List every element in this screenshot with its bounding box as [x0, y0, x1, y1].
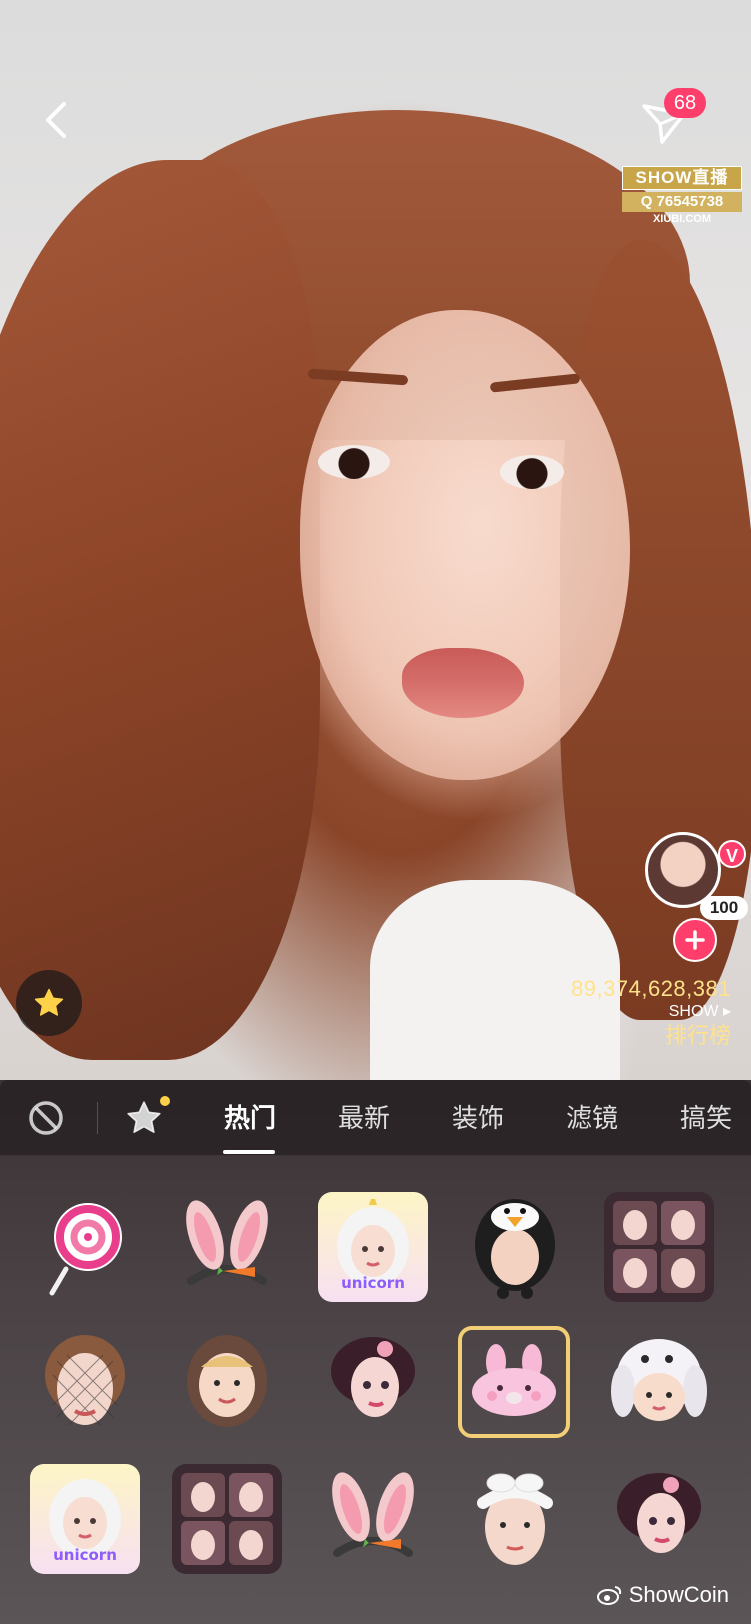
- watermark-site: XIUBI.COM: [652, 213, 712, 225]
- sticker-cartoon-girl-2[interactable]: [604, 1464, 714, 1574]
- bunny-ears-icon: [186, 1200, 268, 1285]
- lips: [402, 648, 524, 718]
- chevron-left-icon: [46, 102, 66, 138]
- child-hood-icon: [187, 1335, 267, 1427]
- sticker-veil-face[interactable]: [30, 1328, 140, 1438]
- white-headband-icon: [477, 1473, 553, 1565]
- eye: [500, 455, 564, 489]
- lollipop-icon: [49, 1203, 122, 1296]
- ranking-title: 排行榜: [664, 1023, 731, 1048]
- show-label: SHOW ▸: [668, 1003, 731, 1020]
- sticker-white-headband[interactable]: [460, 1464, 570, 1574]
- sticker-label: unicorn: [53, 1546, 117, 1564]
- show-coin-count: 89,374,628,381: [571, 976, 731, 1001]
- plus-icon: [685, 930, 705, 950]
- star-icon: [127, 1101, 161, 1133]
- tab-decoration[interactable]: 装饰: [450, 1098, 506, 1138]
- new-dot: [160, 1096, 170, 1106]
- sticker-grid: unicorn unicorn: [0, 1156, 751, 1624]
- tab-filter[interactable]: 滤镜: [564, 1098, 620, 1138]
- face-collage-icon: [181, 1473, 273, 1565]
- ranking-link[interactable]: 89,374,628,381 SHOW ▸ 排行榜: [571, 976, 731, 1050]
- camera-preview: [0, 0, 751, 1080]
- eye: [318, 445, 390, 479]
- penguin-hat-icon: [475, 1199, 555, 1299]
- no-effect-button[interactable]: [26, 1098, 66, 1138]
- bunny-hat-kid-icon: [611, 1339, 707, 1421]
- sticker-bunny-ears-carrot-2[interactable]: [318, 1464, 428, 1574]
- tab-latest[interactable]: 最新: [336, 1098, 392, 1138]
- sticker-bunny-ears-carrot[interactable]: [172, 1192, 282, 1302]
- level-badge: 100: [700, 896, 748, 920]
- share-count-badge: 68: [664, 88, 706, 118]
- face-collage-icon: [613, 1201, 705, 1293]
- cartoon-girl-icon: [617, 1473, 701, 1553]
- sticker-pink-bunny-mask[interactable]: [458, 1326, 570, 1438]
- favorite-button[interactable]: [16, 970, 82, 1036]
- active-tab-indicator: [223, 1150, 275, 1154]
- prohibit-icon: [29, 1101, 63, 1135]
- brand-text: ShowCoin: [628, 1582, 729, 1607]
- sticker-cartoon-girl[interactable]: [318, 1328, 428, 1438]
- sticker-lollipop[interactable]: [30, 1192, 140, 1302]
- sticker-label: unicorn: [341, 1274, 405, 1292]
- follow-button[interactable]: [673, 918, 717, 962]
- watermark-title: SHOW直播: [622, 166, 742, 190]
- sticker-bunny-hat-kid[interactable]: [604, 1328, 714, 1438]
- tab-favorites[interactable]: [124, 1098, 164, 1138]
- tab-hot[interactable]: 热门: [222, 1098, 278, 1138]
- cartoon-girl-icon: [331, 1337, 415, 1417]
- weibo-icon: [596, 1586, 621, 1605]
- verified-badge: V: [718, 840, 746, 868]
- watermark-qq: Q 76545738: [622, 192, 742, 212]
- tab-funny[interactable]: 搞笑: [678, 1098, 734, 1138]
- tab-divider: [97, 1102, 98, 1134]
- sticker-face-collage[interactable]: [604, 1192, 714, 1302]
- sticker-child-hood[interactable]: [172, 1328, 282, 1438]
- show-live-watermark: SHOW直播 Q 76545738 XIUBI.COM: [622, 166, 742, 225]
- hair: [0, 160, 320, 1060]
- effects-panel: 热门 最新 装饰 滤镜 搞笑 unicorn unicorn ShowCoin: [0, 1080, 751, 1624]
- pink-bunny-mask-icon: [472, 1344, 556, 1416]
- showcoin-watermark: ShowCoin: [596, 1582, 729, 1608]
- star-icon: [34, 988, 64, 1016]
- sticker-penguin-hat[interactable]: [460, 1192, 570, 1302]
- bunny-ears-icon: [332, 1472, 414, 1557]
- sticker-face-collage-2[interactable]: [172, 1464, 282, 1574]
- back-button[interactable]: [38, 98, 78, 142]
- sticker-unicorn-girl-2[interactable]: unicorn: [30, 1464, 140, 1574]
- sticker-unicorn-girl[interactable]: unicorn: [318, 1192, 428, 1302]
- effects-tabbar: 热门 最新 装饰 滤镜 搞笑: [0, 1080, 751, 1156]
- veil-face-icon: [45, 1335, 125, 1426]
